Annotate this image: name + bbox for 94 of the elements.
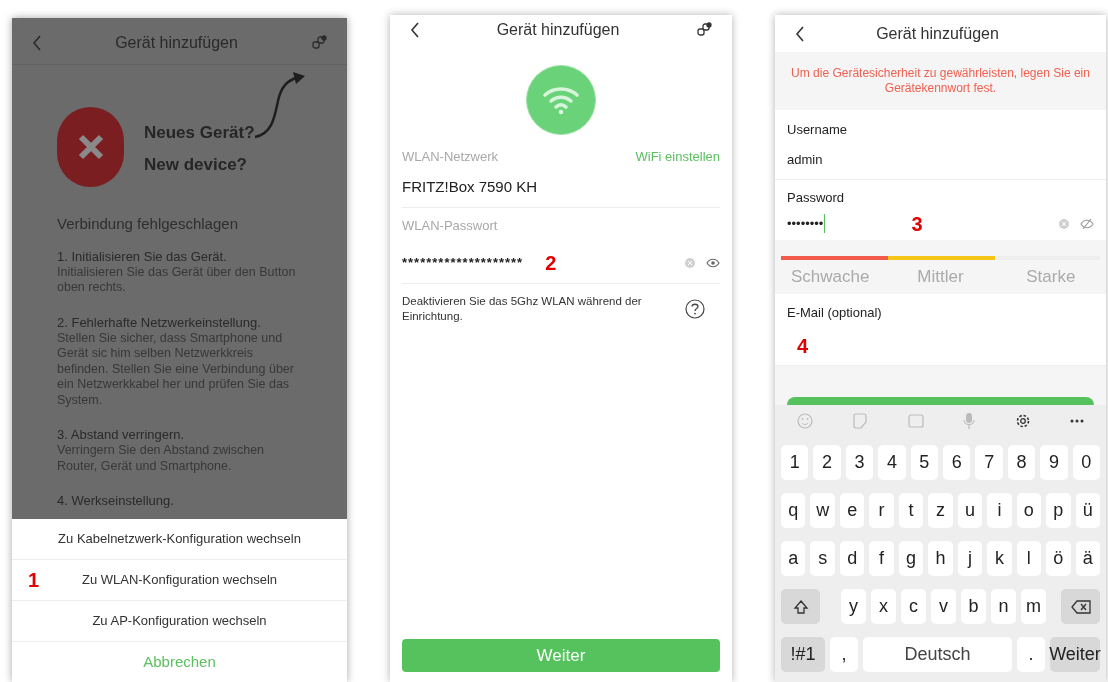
step-title: 4. Werkseinstellung.: [57, 493, 175, 509]
keyboard-key[interactable]: c: [901, 589, 926, 624]
emoji-icon[interactable]: [797, 413, 813, 429]
keyboard-key[interactable]: n: [991, 589, 1016, 624]
device-link-icon[interactable]: [696, 22, 712, 38]
clear-icon[interactable]: [1059, 218, 1069, 229]
eye-icon[interactable]: [706, 258, 720, 268]
keyboard-key[interactable]: s: [810, 541, 835, 576]
microphone-icon[interactable]: [963, 412, 976, 430]
keyboard-key[interactable]: h: [928, 541, 953, 576]
keyboard-key[interactable]: e: [839, 493, 865, 528]
keyboard-key[interactable]: a: [781, 541, 806, 576]
keyboard-key[interactable]: 0: [1072, 445, 1101, 480]
wifi-icon: [542, 85, 580, 115]
settings-icon[interactable]: [1014, 413, 1031, 429]
keyboard-key[interactable]: ä: [1075, 541, 1100, 576]
keyboard-key[interactable]: 7: [975, 445, 1003, 480]
hero-caption: New device?: [144, 153, 248, 176]
hero-caption: Neues Gerät?: [144, 122, 255, 144]
back-icon[interactable]: [795, 25, 805, 42]
back-icon[interactable]: [410, 22, 420, 38]
keyboard-key[interactable]: o: [1016, 493, 1042, 528]
keyboard-key[interactable]: q: [781, 493, 806, 528]
gif-icon[interactable]: [907, 414, 924, 428]
backspace-key[interactable]: [1061, 589, 1100, 624]
backspace-icon: [1070, 599, 1091, 614]
hidden-eye-icon[interactable]: [1080, 217, 1094, 230]
sheet-option[interactable]: Zu Kabelnetzwerk-Konfiguration wechseln: [12, 519, 347, 559]
shift-icon: [792, 598, 809, 615]
security-warning: Um die Gerätesicherheit zu gewährleisten, legen Sie ein Gerätekennwort fest.: [790, 66, 1091, 96]
keyboard-key[interactable]: m: [1021, 589, 1046, 624]
keyboard-key[interactable]: ü: [1075, 493, 1100, 528]
keyboard-key[interactable]: y: [841, 589, 866, 624]
keyboard-key[interactable]: 4: [878, 445, 906, 480]
keyboard-key[interactable]: t: [898, 493, 924, 528]
keyboard-key[interactable]: d: [839, 541, 865, 576]
help-icon[interactable]: [685, 298, 705, 319]
field-label: WLAN-Passwort: [402, 217, 499, 235]
keyboard-key[interactable]: 3: [845, 445, 874, 480]
keyboard-key[interactable]: l: [1016, 541, 1042, 576]
field-label: WLAN-Netzwerk: [402, 148, 499, 166]
keyboard-key[interactable]: 2: [813, 445, 841, 480]
strength-label: Schwache: [789, 265, 871, 288]
screen-title: Gerät hinzufügen: [496, 20, 620, 40]
keyboard-key[interactable]: f: [869, 541, 894, 576]
step-number-annotation: 3: [911, 213, 923, 234]
keyboard-key[interactable]: i: [987, 493, 1012, 528]
keyboard-key[interactable]: p: [1046, 493, 1071, 528]
section-heading: Verbindung fehlgeschlagen: [57, 214, 239, 234]
space-bar[interactable]: Deutsch: [863, 637, 1012, 672]
strength-label: Starke: [1025, 265, 1077, 288]
keyboard-key[interactable]: z: [928, 493, 953, 528]
field-label: Username: [787, 121, 848, 139]
password-field[interactable]: ••••••••: [787, 213, 826, 234]
field-label: Password: [787, 189, 846, 207]
screen-title: Gerät hinzufügen: [115, 32, 238, 53]
keyboard-key[interactable]: b: [961, 589, 986, 624]
step-title: 2. Fehlerhafte Netzwerkeinstellung.: [57, 314, 262, 331]
keyboard-key[interactable]: v: [931, 589, 956, 624]
keyboard-key[interactable]: x: [871, 589, 896, 624]
screen-title: Gerät hinzufügen: [876, 23, 999, 44]
x-mark-icon: [77, 134, 104, 160]
keyboard-key[interactable]: 9: [1040, 445, 1068, 480]
password-field[interactable]: ********************: [402, 253, 524, 273]
keyboard-key[interactable]: 8: [1007, 445, 1036, 480]
username-field[interactable]: admin: [787, 139, 1094, 179]
keyboard-key[interactable]: ,: [830, 637, 858, 672]
keyboard-key[interactable]: j: [957, 541, 983, 576]
step-title: 1. Initialisieren Sie das Gerät.: [57, 248, 228, 265]
keyboard-key[interactable]: .: [1017, 637, 1045, 672]
hint-text: Deaktivieren Sie das 5Ghz WLAN während der Einrichtung.: [402, 293, 643, 324]
step-number-annotation: 4: [797, 336, 810, 356]
keyboard-key[interactable]: 1: [781, 445, 809, 480]
keyboard-key[interactable]: k: [987, 541, 1012, 576]
keyboard-key[interactable]: ö: [1046, 541, 1071, 576]
step-number-annotation: 1: [28, 570, 40, 590]
clear-icon[interactable]: [685, 258, 695, 268]
keyboard-key[interactable]: w: [810, 493, 835, 528]
keyboard-key[interactable]: 5: [910, 445, 939, 480]
strength-label: Mittler: [916, 265, 965, 288]
keyboard-key[interactable]: 6: [943, 445, 971, 480]
sheet-option[interactable]: Zu AP-Konfiguration wechseln: [12, 601, 347, 641]
network-name: FRITZ!Box 7590 KH: [402, 166, 720, 208]
keyboard-key[interactable]: u: [957, 493, 983, 528]
more-icon[interactable]: [1069, 419, 1084, 423]
next-key[interactable]: Weiter: [1050, 637, 1100, 672]
shift-key[interactable]: [781, 589, 820, 624]
symbols-key[interactable]: !#1: [781, 637, 825, 672]
step-number-annotation: 2: [545, 253, 557, 273]
step-title: 3. Abstand verringern.: [57, 427, 186, 443]
keyboard-key[interactable]: r: [869, 493, 894, 528]
field-label: E-Mail (optional): [787, 303, 883, 322]
keyboard-key[interactable]: g: [898, 541, 924, 576]
sticker-icon[interactable]: [852, 413, 869, 429]
